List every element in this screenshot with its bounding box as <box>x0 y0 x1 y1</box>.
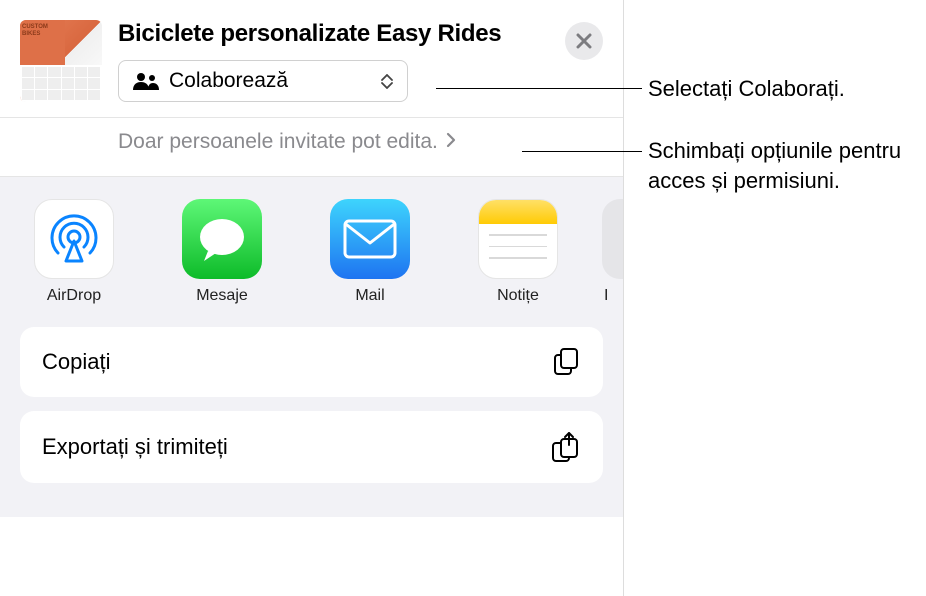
callout-text: Schimbați opțiunile pentru acces și perm… <box>648 136 908 195</box>
callout-leader <box>522 151 642 152</box>
callout-leader <box>436 88 642 89</box>
header-content: Biciclete personalizate Easy Rides Colab… <box>118 20 549 102</box>
share-target-mail[interactable]: Mail <box>296 199 444 305</box>
updown-icon <box>381 74 393 89</box>
action-label: Exportați și trimiteți <box>42 434 228 460</box>
permissions-text: Doar persoanele invitate pot edita. <box>118 130 438 154</box>
copy-icon <box>551 347 581 377</box>
share-label: Mail <box>355 287 384 305</box>
chevron-right-icon <box>446 132 456 153</box>
permissions-button[interactable]: Doar persoanele invitate pot edita. <box>0 118 623 176</box>
share-target-notes[interactable]: Notițe <box>444 199 592 305</box>
notes-icon <box>478 199 558 279</box>
close-button[interactable] <box>565 22 603 60</box>
share-targets-row[interactable]: AirDrop Mesaje Mail N <box>0 176 623 327</box>
mail-icon <box>330 199 410 279</box>
share-target-airdrop[interactable]: AirDrop <box>0 199 148 305</box>
partial-icon <box>602 199 623 279</box>
share-header: Biciclete personalizate Easy Rides Colab… <box>0 0 623 118</box>
callout-text: Selectați Colaborați. <box>648 74 845 104</box>
close-icon <box>576 33 592 49</box>
actions-section: Copiați Exportați și trimiteți <box>0 327 623 517</box>
document-title: Biciclete personalizate Easy Rides <box>118 20 549 48</box>
export-icon <box>551 431 581 463</box>
collaborate-label: Colaborează <box>169 69 371 93</box>
airdrop-icon <box>34 199 114 279</box>
messages-icon <box>182 199 262 279</box>
document-thumbnail <box>20 20 102 102</box>
share-label: I <box>604 287 608 305</box>
share-target-partial[interactable]: I <box>592 199 623 305</box>
collaborate-dropdown[interactable]: Colaborează <box>118 60 408 102</box>
share-label: Mesaje <box>196 287 248 305</box>
copy-action[interactable]: Copiați <box>20 327 603 397</box>
share-sheet: Biciclete personalizate Easy Rides Colab… <box>0 0 624 596</box>
export-action[interactable]: Exportați și trimiteți <box>20 411 603 483</box>
share-target-messages[interactable]: Mesaje <box>148 199 296 305</box>
share-label: AirDrop <box>47 287 101 305</box>
people-icon <box>133 72 159 90</box>
action-label: Copiați <box>42 349 110 375</box>
share-label: Notițe <box>497 287 539 305</box>
